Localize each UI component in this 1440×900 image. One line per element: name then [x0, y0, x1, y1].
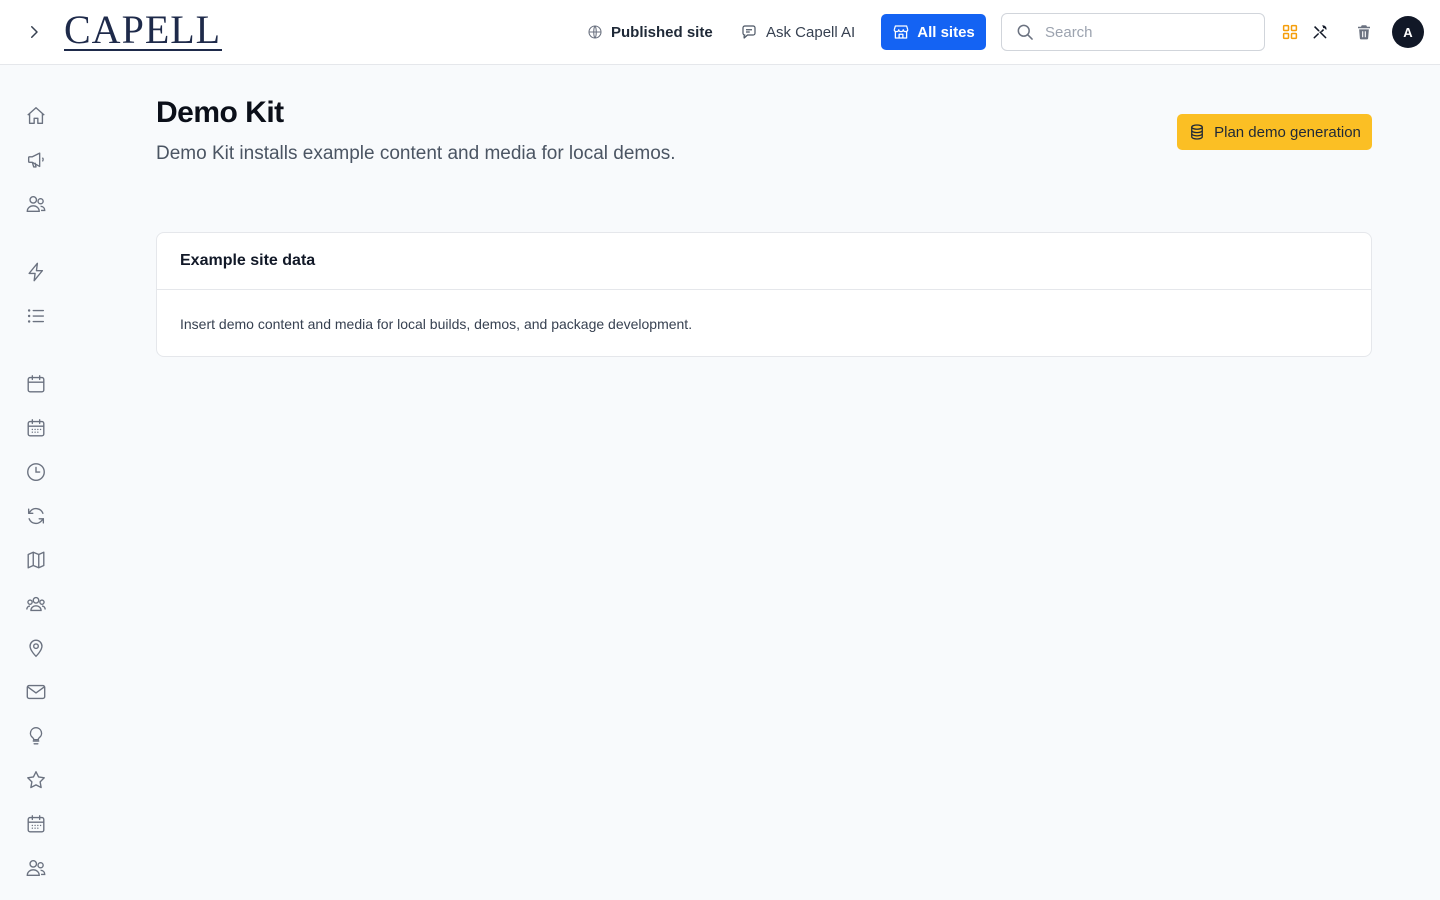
- calendar-days-icon: [27, 815, 45, 833]
- users-icon: [26, 195, 46, 213]
- sidebar-item-events[interactable]: [22, 810, 50, 838]
- home-icon: [27, 107, 45, 125]
- logo-text: CAPELL: [64, 6, 222, 52]
- calendar-icon: [27, 375, 45, 393]
- list-icon: [27, 309, 45, 323]
- clock-icon: [27, 463, 45, 481]
- tools-button[interactable]: [1308, 20, 1332, 44]
- sidebar-item-calendar[interactable]: [22, 370, 50, 398]
- map-pin-icon: [29, 639, 43, 658]
- search-box[interactable]: [1001, 13, 1265, 51]
- sidebar-item-home[interactable]: [22, 102, 50, 130]
- sidebar-item-ideas[interactable]: [22, 722, 50, 750]
- sidebar-item-team[interactable]: [22, 854, 50, 882]
- example-site-data-card: Example site data Insert demo content an…: [156, 232, 1372, 357]
- sidebar-item-favorites[interactable]: [22, 766, 50, 794]
- map-icon: [27, 551, 45, 569]
- plan-demo-generation-label: Plan demo generation: [1214, 123, 1361, 141]
- sidebar-item-history[interactable]: [22, 458, 50, 486]
- sidebar-item-sync[interactable]: [22, 502, 50, 530]
- plan-demo-generation-button[interactable]: Plan demo generation: [1177, 114, 1372, 150]
- user-group-icon: [26, 596, 46, 612]
- card-title: Example site data: [157, 233, 1371, 290]
- page-title: Demo Kit: [156, 96, 284, 129]
- sidebar-item-users[interactable]: [22, 190, 50, 218]
- search-icon: [1017, 24, 1033, 40]
- wrench-screwdriver-icon: [1313, 25, 1327, 39]
- users-icon: [26, 859, 46, 877]
- all-sites-button[interactable]: All sites: [881, 14, 986, 50]
- refresh-icon: [27, 507, 45, 525]
- search-input[interactable]: [1045, 23, 1245, 41]
- ask-ai-link[interactable]: Ask Capell AI: [740, 14, 855, 50]
- all-sites-label: All sites: [917, 23, 975, 41]
- logo[interactable]: CAPELL: [64, 9, 222, 53]
- sidebar-item-mail[interactable]: [22, 678, 50, 706]
- sidebar-item-groups[interactable]: [22, 590, 50, 618]
- sidebar-item-lists[interactable]: [22, 302, 50, 330]
- squares-grid-icon: [1282, 24, 1298, 40]
- published-site-label: Published site: [611, 23, 713, 41]
- sidebar: [0, 65, 72, 900]
- page-subtitle: Demo Kit installs example content and me…: [156, 143, 676, 164]
- ask-ai-label: Ask Capell AI: [766, 23, 856, 41]
- sidebar-item-map[interactable]: [22, 546, 50, 574]
- sidebar-item-locations[interactable]: [22, 634, 50, 662]
- sidebar-item-campaigns[interactable]: [22, 146, 50, 174]
- top-bar: CAPELL Published site Ask Capell AI All …: [0, 0, 1440, 65]
- chat-bubble-icon: [742, 25, 756, 39]
- apps-grid-button[interactable]: [1278, 20, 1302, 44]
- envelope-icon: [26, 684, 46, 700]
- globe-icon: [588, 25, 602, 39]
- avatar[interactable]: A: [1392, 16, 1424, 48]
- card-description: Insert demo content and media for local …: [180, 315, 693, 332]
- expand-sidebar-button[interactable]: [20, 18, 48, 46]
- database-icon: [1191, 124, 1203, 140]
- sidebar-item-automations[interactable]: [22, 258, 50, 286]
- sidebar-item-schedule[interactable]: [22, 414, 50, 442]
- chevron-right-icon: [31, 26, 38, 38]
- published-site-link[interactable]: Published site: [587, 14, 713, 50]
- trash-button[interactable]: [1352, 20, 1376, 44]
- light-bulb-icon: [29, 727, 43, 745]
- bolt-icon: [28, 262, 44, 282]
- megaphone-icon: [27, 152, 44, 168]
- building-storefront-icon: [893, 25, 909, 39]
- logo-underline: [64, 48, 222, 51]
- trash-icon: [1358, 25, 1370, 40]
- star-icon: [27, 771, 45, 789]
- calendar-days-icon: [27, 419, 45, 437]
